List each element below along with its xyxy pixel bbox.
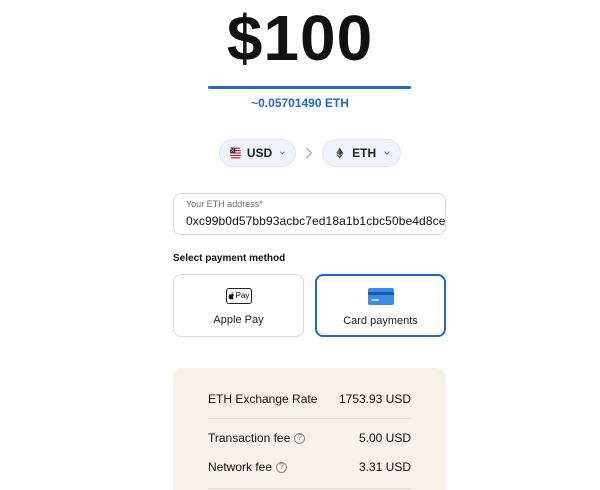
exchange-rate-row: ETH Exchange Rate 1753.93 USD — [208, 392, 411, 406]
crypto-currency-code: ETH — [352, 146, 377, 160]
eth-address-input[interactable]: Your ETH address* 0xc99b0d57bb93acbc7ed1… — [173, 193, 446, 235]
crypto-equivalent: ~0.05701490 ETH — [251, 96, 349, 110]
apple-pay-icon: Pay — [225, 288, 252, 304]
apple-pay-badge-text: Pay — [235, 291, 250, 300]
eth-address-label: Your ETH address* — [186, 199, 263, 209]
eth-address-value[interactable]: 0xc99b0d57bb93acbc7ed18a1b1cbc50be4d8ce — [186, 214, 445, 228]
amount-underline — [208, 86, 411, 89]
card-payments-label: Card payments — [343, 315, 418, 327]
network-fee-row: Network fee ? 3.31 USD — [208, 460, 411, 474]
help-icon[interactable]: ? — [276, 461, 288, 473]
card-payments-option[interactable]: Card payments — [315, 274, 446, 337]
transaction-fee-row: Transaction fee ? 5.00 USD — [208, 431, 411, 445]
divider — [208, 488, 411, 489]
us-flag-icon — [230, 147, 241, 159]
transaction-fee-value: 5.00 USD — [358, 431, 411, 445]
fiat-currency-select[interactable]: USD — [219, 139, 296, 167]
crypto-currency-select[interactable]: ETH — [322, 139, 401, 167]
ethereum-icon — [336, 147, 344, 159]
apple-pay-label: Apple Pay — [213, 314, 264, 326]
divider — [208, 418, 411, 419]
credit-card-icon — [367, 288, 394, 305]
fiat-amount[interactable]: $100 — [0, 2, 600, 74]
fee-summary-panel: ETH Exchange Rate 1753.93 USD Transactio… — [173, 368, 446, 490]
exchange-rate-value: 1753.93 USD — [338, 392, 411, 406]
chevron-down-icon — [280, 151, 285, 155]
transaction-fee-label: Transaction fee — [208, 431, 291, 445]
network-fee-label: Network fee — [208, 460, 273, 474]
help-icon[interactable]: ? — [294, 432, 306, 444]
apple-pay-option[interactable]: Pay Apple Pay — [173, 274, 304, 337]
payment-method-title: Select payment method — [173, 253, 286, 264]
network-fee-value: 3.31 USD — [358, 460, 411, 474]
fiat-currency-code: USD — [246, 146, 273, 160]
exchange-rate-label: ETH Exchange Rate — [208, 392, 318, 406]
chevron-down-icon — [384, 151, 390, 155]
chevron-right-icon — [305, 147, 313, 159]
